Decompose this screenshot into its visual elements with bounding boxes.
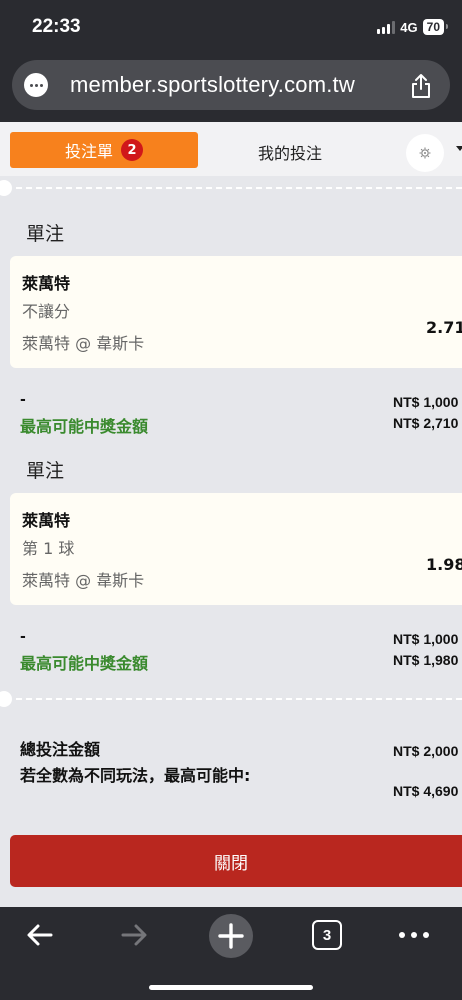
bet-selection-team: 萊萬特: [22, 511, 71, 530]
status-bar: 22:33 4G 70: [0, 0, 462, 56]
stake-placeholder: -: [20, 392, 26, 408]
forward-arrow-icon[interactable]: [118, 919, 150, 951]
bet-card[interactable]: 萊萬特 第 1 球 萊萬特 @ 韋斯卡 1.98: [10, 493, 462, 605]
bet-odds: 2.71: [426, 318, 462, 337]
tab-betslip-label: 投注單: [64, 142, 113, 161]
betslip-tabbar: 投注單 2 我的投注: [0, 122, 462, 176]
max-win-label: 最高可能中獎金額: [20, 417, 149, 436]
bet-type-title: 單注: [26, 460, 65, 482]
max-win-amount: NT$ 2,710: [393, 415, 459, 431]
betslip-panel: 投注單 2 我的投注 單注 萊萬特 不讓分 萊萬特 @ 韋斯卡 2.71 - N…: [0, 122, 462, 907]
chevron-down-icon[interactable]: [456, 146, 462, 151]
url-text[interactable]: member.sportslottery.com.tw: [70, 72, 355, 98]
status-time: 22:33: [32, 16, 81, 37]
battery-icon: 70: [422, 19, 449, 35]
bet-match: 萊萬特 @ 韋斯卡: [22, 571, 145, 590]
betslip-count-badge: 2: [121, 139, 143, 161]
new-tab-icon[interactable]: [208, 913, 254, 959]
stake-placeholder: -: [20, 629, 26, 645]
total-stake-label: 總投注金額: [20, 740, 101, 759]
dashed-divider: [0, 691, 462, 707]
dashed-divider: [0, 180, 462, 196]
address-bar[interactable]: member.sportslottery.com.tw: [12, 60, 450, 110]
tab-betslip[interactable]: 投注單 2: [10, 132, 198, 168]
status-indicators: 4G 70: [377, 19, 449, 35]
browser-address-area: member.sportslottery.com.tw: [0, 56, 462, 122]
more-icon[interactable]: [398, 931, 430, 939]
home-indicator: [149, 985, 313, 990]
tabs-count-icon[interactable]: 3: [312, 920, 342, 950]
max-potential-win-label: 若全數為不同玩法，最高可能中:: [20, 766, 251, 785]
max-win-amount: NT$ 1,980: [393, 652, 459, 668]
bet-type-title: 單注: [26, 223, 65, 245]
bet-card[interactable]: 萊萬特 不讓分 萊萬特 @ 韋斯卡 2.71: [10, 256, 462, 368]
tab-my-bets[interactable]: 我的投注: [258, 140, 322, 164]
share-icon[interactable]: [410, 73, 432, 99]
settings-button[interactable]: [406, 134, 444, 172]
close-button[interactable]: 關閉: [10, 835, 462, 887]
bet-market: 不讓分: [22, 302, 71, 321]
signal-icon: [377, 20, 396, 34]
page-menu-icon[interactable]: [24, 73, 48, 97]
network-type: 4G: [400, 19, 418, 35]
bet-selection-team: 萊萬特: [22, 274, 71, 293]
stake-amount: NT$ 1,000: [393, 631, 459, 647]
max-potential-win-amount: NT$ 4,690: [393, 783, 459, 799]
stake-amount: NT$ 1,000: [393, 394, 459, 410]
back-arrow-icon[interactable]: [24, 919, 56, 951]
total-stake-amount: NT$ 2,000: [393, 743, 459, 759]
bet-odds: 1.98: [426, 555, 462, 574]
bet-match: 萊萬特 @ 韋斯卡: [22, 334, 145, 353]
gear-icon: [419, 147, 431, 159]
bet-market: 第 1 球: [22, 539, 75, 558]
browser-toolbar: 3: [0, 907, 462, 1000]
max-win-label: 最高可能中獎金額: [20, 654, 149, 673]
